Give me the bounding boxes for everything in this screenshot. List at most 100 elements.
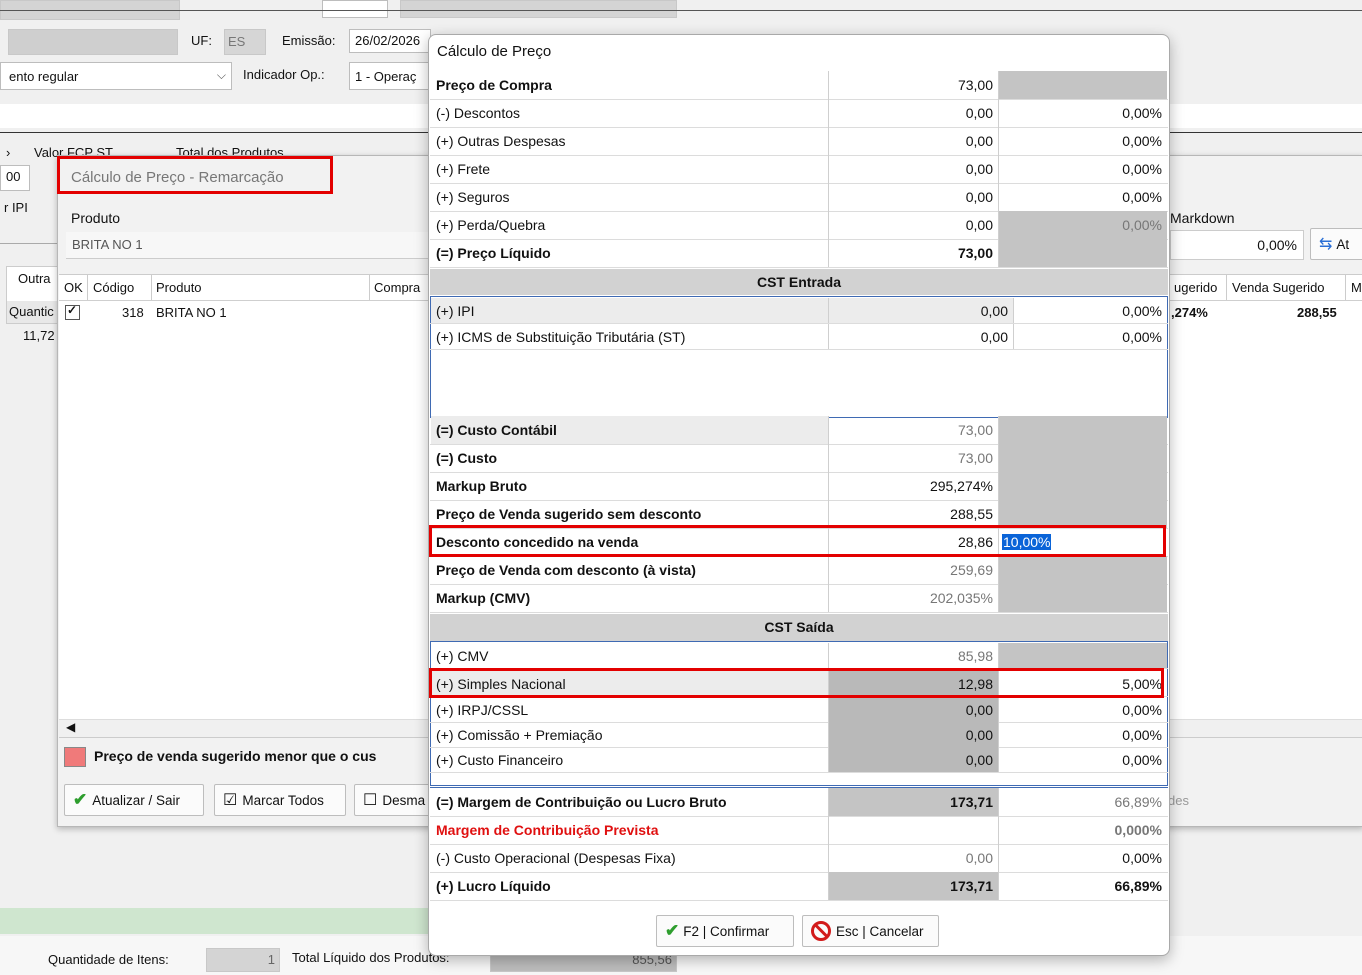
quantidade-itens-field: 1: [206, 948, 280, 972]
row-frete: (+) Frete 0,00 0,00%: [430, 155, 1168, 184]
bg-green-bar: [0, 908, 428, 934]
left-value: 00: [6, 169, 21, 184]
frete-pct[interactable]: 0,00%: [999, 155, 1167, 183]
quantidade-itens-label: Quantidade de Itens:: [48, 952, 169, 967]
frete-label: (+) Frete: [431, 155, 829, 183]
markup-bruto-value[interactable]: 295,274%: [829, 472, 999, 500]
col-venda-sugerido[interactable]: Venda Sugerido: [1232, 280, 1325, 295]
row-perda-quebra: (+) Perda/Quebra 0,00 0,00%: [430, 211, 1168, 240]
row-custo-financeiro: (+) Custo Financeiro 0,00 0,00%: [430, 747, 1168, 773]
margem-prevista-pct: 0,000%: [1114, 822, 1162, 838]
outra-col: Outra: [18, 271, 51, 286]
custo-financeiro-value: 0,00: [829, 747, 999, 772]
col-codigo[interactable]: Código: [93, 280, 134, 295]
highlight-remarcacao-title: [57, 156, 333, 194]
lucro-liquido-value: 173,71: [829, 872, 999, 900]
produto-label: Produto: [71, 210, 121, 226]
cancelar-button[interactable]: Esc | Cancelar: [802, 915, 939, 947]
bg-left-line: [0, 243, 57, 244]
col-ok[interactable]: OK: [64, 280, 83, 295]
bg-field-top-2[interactable]: [322, 0, 388, 18]
emissao-input[interactable]: 26/02/2026: [349, 29, 431, 53]
left-value-field[interactable]: 00: [0, 165, 30, 191]
row-checkbox[interactable]: ✓: [65, 303, 80, 320]
col-m[interactable]: M: [1351, 280, 1362, 295]
row-preco-compra: Preço de Compra 73,00: [430, 71, 1168, 100]
markdown-input[interactable]: 0,00%: [1170, 230, 1304, 260]
cst-saida-header: CST Saída: [430, 614, 1168, 641]
frete-value[interactable]: 0,00: [829, 155, 999, 183]
irpj-cssl-pct[interactable]: 0,00%: [999, 697, 1167, 722]
row-margem-prevista: Margem de Contribuição Prevista 0,000%: [430, 816, 1168, 845]
uf-label: UF:: [191, 33, 212, 48]
scroll-left-icon[interactable]: ◀: [66, 720, 75, 734]
margem-contribuicao-pct: 66,89%: [1114, 794, 1162, 810]
custo-label: (=) Custo: [431, 444, 829, 472]
row-preco-com-desconto: Preço de Venda com desconto (à vista) 25…: [430, 556, 1168, 585]
row-codigo: 318: [122, 305, 144, 320]
uf-field[interactable]: ES: [224, 29, 266, 55]
lucro-liquido-label: (+) Lucro Líquido: [431, 872, 829, 900]
descontos-value[interactable]: 0,00: [829, 99, 999, 127]
margem-contribuicao-value: 173,71: [829, 788, 999, 816]
marcar-todos-button[interactable]: ☑ Marcar Todos: [214, 784, 346, 816]
confirmar-button[interactable]: ✔ F2 | Confirmar: [656, 915, 794, 947]
bg-field-top-3: [400, 0, 677, 18]
checkbox-checked-icon: ☑: [223, 792, 238, 809]
preco-com-desconto-label: Preço de Venda com desconto (à vista): [431, 556, 829, 584]
markdown-label: Markdown: [1170, 210, 1235, 226]
comissao-label: (+) Comissão + Premiação: [431, 722, 829, 747]
ipi-value[interactable]: 0,00: [829, 298, 1014, 323]
icms-st-pct[interactable]: 0,00%: [1014, 324, 1167, 349]
row-cmv: (+) CMV 85,98: [430, 643, 1168, 669]
desmarcar-button[interactable]: ☐ Desma: [354, 784, 434, 816]
comissao-pct[interactable]: 0,00%: [999, 722, 1167, 747]
check-icon: ✔: [665, 921, 680, 940]
seguros-pct[interactable]: 0,00%: [999, 183, 1167, 211]
ipi-pct[interactable]: 0,00%: [1014, 298, 1167, 323]
emissao-label: Emissão:: [282, 33, 336, 48]
preco-sugerido-value[interactable]: 288,55: [829, 500, 999, 528]
left-ipi-label: r IPI: [4, 200, 28, 215]
seguros-value[interactable]: 0,00: [829, 183, 999, 211]
preco-liquido-value: 73,00: [829, 239, 999, 267]
bg-field-name: [8, 29, 178, 55]
perda-quebra-value[interactable]: 0,00: [829, 211, 999, 239]
custo-operacional-label: (-) Custo Operacional (Despesas Fixa): [431, 844, 829, 872]
icms-st-label: (+) ICMS de Substituição Tributária (ST): [431, 324, 829, 349]
row-margem-contribuicao: (=) Margem de Contribuição ou Lucro Brut…: [430, 787, 1168, 817]
row-custo-contabil: (=) Custo Contábil 73,00: [430, 416, 1168, 445]
preco-compra-label: Preço de Compra: [431, 71, 829, 99]
outras-despesas-pct[interactable]: 0,00%: [999, 127, 1167, 155]
tipo-select[interactable]: ento regular ⌵: [0, 62, 232, 90]
emissao-value: 26/02/2026: [355, 33, 421, 48]
indicador-label: Indicador Op.:: [243, 67, 325, 82]
cmv-pct: [999, 643, 1167, 668]
irpj-cssl-value: 0,00: [829, 697, 999, 722]
row-comissao: (+) Comissão + Premiação 0,00 0,00%: [430, 722, 1168, 748]
bg-divider-top: [0, 10, 1362, 11]
produto-field[interactable]: BRITA NO 1: [66, 232, 430, 259]
custo-contabil-label: (=) Custo Contábil: [431, 416, 829, 444]
cancelar-label: Esc | Cancelar: [836, 923, 924, 939]
indicador-select[interactable]: 1 - Operaç: [349, 62, 431, 90]
indicador-value: 1 - Operaç: [355, 69, 417, 84]
col-produto[interactable]: Produto: [156, 280, 202, 295]
custo-contabil-pct: [999, 416, 1167, 444]
seguros-label: (+) Seguros: [431, 183, 829, 211]
warning-text: Preço de venda sugerido menor que o cus: [94, 748, 377, 764]
row-outras-despesas: (+) Outras Despesas 0,00 0,00%: [430, 127, 1168, 156]
custo-financeiro-pct[interactable]: 0,00%: [999, 747, 1167, 772]
row-produto: BRITA NO 1: [156, 305, 227, 320]
atualizar-sair-button[interactable]: ✔ Atualizar / Sair: [64, 784, 204, 816]
outras-despesas-value[interactable]: 0,00: [829, 127, 999, 155]
warning-color-swatch: [64, 747, 86, 767]
row-irpj-cssl: (+) IRPJ/CSSL 0,00 0,00%: [430, 697, 1168, 723]
preco-com-desconto-value: 259,69: [829, 556, 999, 584]
icms-st-value[interactable]: 0,00: [829, 324, 1014, 349]
atualizar-calc-button[interactable]: ⇆ At: [1310, 228, 1362, 260]
descontos-pct[interactable]: 0,00%: [999, 99, 1167, 127]
preco-compra-value[interactable]: 73,00: [829, 71, 999, 99]
col-compra[interactable]: Compra: [374, 280, 420, 295]
col-sugerido[interactable]: ugerido: [1174, 280, 1217, 295]
